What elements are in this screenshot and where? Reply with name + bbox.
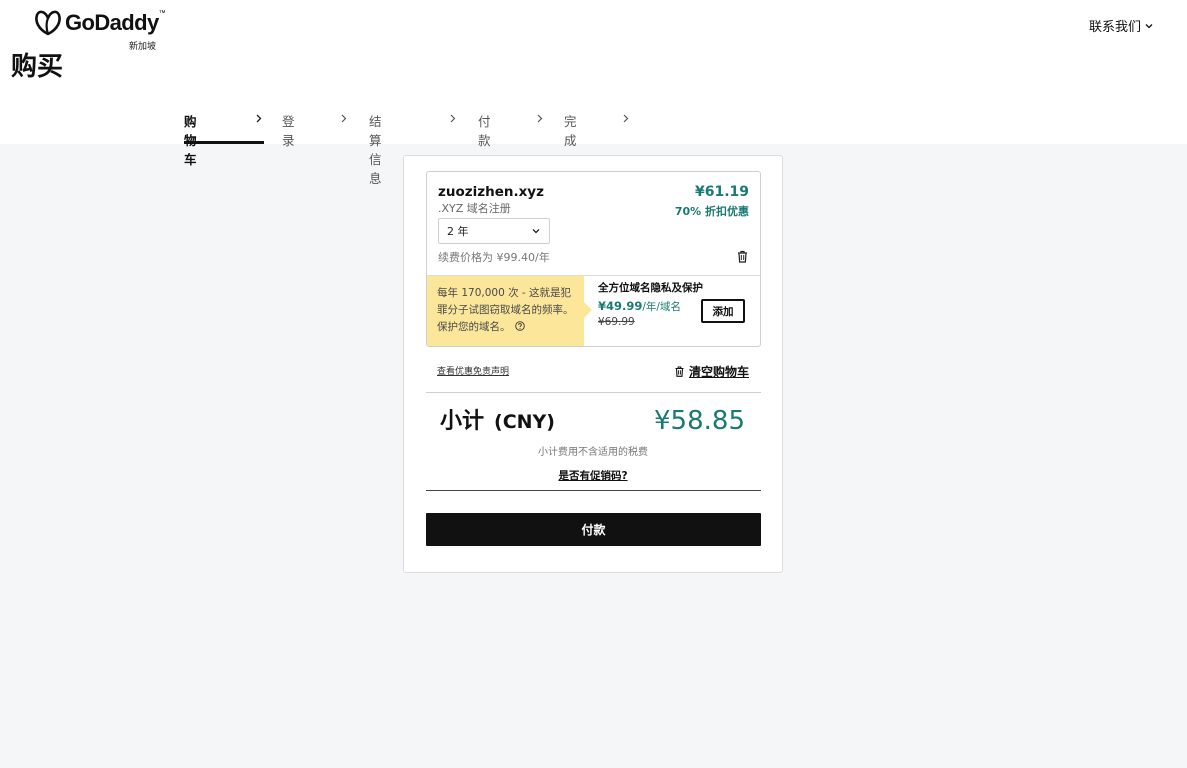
active-step-indicator <box>184 141 264 144</box>
checkout-pay-button[interactable]: 付款 <box>426 513 761 546</box>
help-circle-icon[interactable] <box>514 321 525 331</box>
item-discount: 70% 折扣优惠 <box>674 205 749 218</box>
step-cart[interactable]: 购物车 <box>184 111 197 168</box>
chevron-right-icon <box>256 114 262 123</box>
subtotal-label: 小计 (CNY) <box>440 409 555 434</box>
cart-item: zuozizhen.xyz .XYZ 域名注册 ¥61.19 70% 折扣优惠 … <box>426 171 761 347</box>
chevron-down-icon <box>1145 23 1153 28</box>
chevron-right-icon <box>623 114 629 123</box>
logo-wordmark: GoDaddy™ <box>65 10 166 35</box>
step-complete[interactable]: 完成 <box>564 111 577 149</box>
step-billing[interactable]: 结算信息 <box>369 111 382 187</box>
clear-cart-label: 清空购物车 <box>688 365 749 379</box>
domain-name: zuozizhen.xyz <box>438 184 544 200</box>
contact-us-label: 联系我们 <box>1089 20 1142 35</box>
clear-cart-button[interactable]: 清空购物车 <box>675 363 749 380</box>
add-protection-button[interactable]: 添加 <box>701 299 745 323</box>
warning-pointer <box>584 302 592 318</box>
chevron-right-icon <box>341 114 347 123</box>
cart-card: zuozizhen.xyz .XYZ 域名注册 ¥61.19 70% 折扣优惠 … <box>403 155 783 573</box>
page-title: 购买 <box>11 52 64 82</box>
renewal-price: 续费价格为 ¥99.40/年 <box>438 251 550 264</box>
trash-icon[interactable] <box>737 250 748 263</box>
contact-us-menu[interactable]: 联系我们 <box>1089 16 1154 35</box>
trash-icon <box>675 366 684 377</box>
item-price: ¥61.19 <box>694 184 749 200</box>
godaddy-logo[interactable]: GoDaddy™ <box>33 9 166 37</box>
term-value: 2 年 <box>447 225 469 238</box>
logo-region: 新加坡 <box>129 42 157 52</box>
chevron-down-icon <box>532 229 540 234</box>
protection-old-price: ¥69.99 <box>598 316 635 328</box>
promo-code-link: 是否有促销码? <box>558 470 628 482</box>
chevron-right-icon <box>450 114 456 123</box>
protection-price: ¥49.99/年/域名 <box>598 299 681 313</box>
security-warning: 每年 170,000 次 - 这就是犯罪分子试图窃取域名的频率。保护您的域名。 <box>427 276 584 346</box>
divider <box>426 392 761 393</box>
subtotal-value: ¥58.85 <box>654 406 745 436</box>
tax-note: 小计费用不含适用的税费 <box>538 447 648 458</box>
protection-title: 全方位域名隐私及保护 <box>598 282 703 294</box>
term-select[interactable]: 2 年 <box>438 218 550 244</box>
header: GoDaddy™ 新加坡 联系我们 购买 购物车 登录 结算信息 付款 完成 <box>0 0 1187 186</box>
domain-type: .XYZ 域名注册 <box>438 202 511 215</box>
privacy-protection-offer: 全方位域名隐私及保护 ¥49.99/年/域名 ¥69.99 <box>598 280 708 328</box>
warning-text: 每年 170,000 次 - 这就是犯罪分子试图窃取域名的频率。保护您的域名。 <box>437 287 574 333</box>
step-payment[interactable]: 付款 <box>478 111 491 149</box>
divider <box>426 490 761 491</box>
disclaimer-link[interactable]: 查看优惠免责声明 <box>437 364 509 377</box>
step-login[interactable]: 登录 <box>282 111 295 149</box>
godaddy-logo-icon <box>35 10 61 36</box>
chevron-right-icon <box>537 114 543 123</box>
